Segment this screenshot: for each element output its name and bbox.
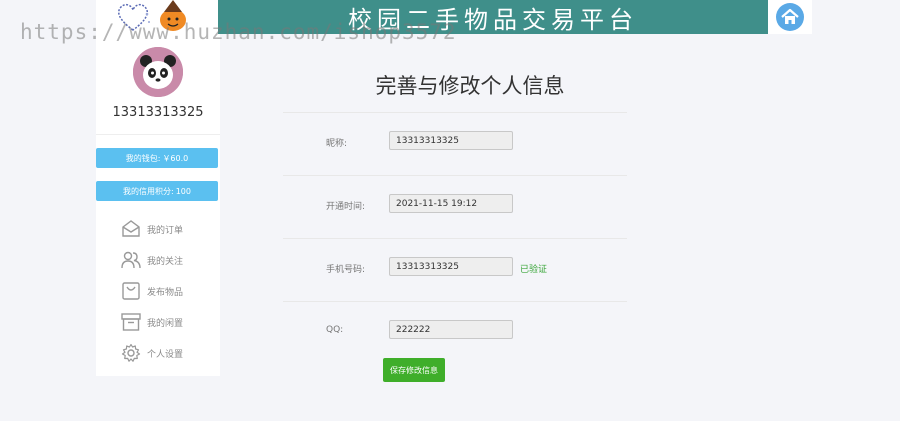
archive-box-icon bbox=[121, 313, 141, 331]
phone-verified-status: 已验证 bbox=[520, 265, 548, 275]
divider bbox=[283, 301, 627, 302]
username: 13313313325 bbox=[112, 105, 204, 120]
avatar[interactable] bbox=[133, 47, 183, 97]
divider bbox=[283, 112, 627, 113]
site-title: 校园二手物品交易平台 bbox=[348, 5, 638, 34]
home-button[interactable] bbox=[768, 0, 812, 34]
sidebar-item-publish[interactable]: 发布物品 bbox=[121, 280, 183, 302]
wallet-value: ￥60.0 bbox=[162, 153, 189, 163]
credit-label: 我的信用积分: bbox=[123, 186, 174, 196]
site-title-banner: 校园二手物品交易平台 bbox=[218, 0, 768, 34]
sidebar-item-orders[interactable]: 我的订单 bbox=[121, 218, 183, 240]
envelope-icon bbox=[122, 220, 140, 237]
open-time-field[interactable] bbox=[389, 194, 513, 213]
credit-value: 100 bbox=[175, 186, 191, 196]
sidebar-item-idle[interactable]: 我的闲置 bbox=[121, 311, 183, 333]
sidebar-item-follows[interactable]: 我的关注 bbox=[121, 249, 183, 271]
wallet-label: 我的钱包: bbox=[125, 153, 161, 163]
sidebar-item-label: 我的关注 bbox=[147, 256, 184, 267]
qq-label: QQ: bbox=[326, 325, 344, 335]
divider bbox=[283, 175, 627, 176]
open-time-label: 开通时间: bbox=[326, 202, 366, 212]
wallet-badge[interactable]: 我的钱包: ￥60.0 bbox=[96, 148, 218, 168]
nickname-field[interactable] bbox=[389, 131, 513, 150]
sidebar-divider bbox=[96, 134, 220, 135]
save-button[interactable]: 保存修改信息 bbox=[383, 358, 445, 382]
phone-label: 手机号码: bbox=[326, 265, 366, 275]
sidebar-item-label: 发布物品 bbox=[147, 287, 184, 298]
bag-icon bbox=[122, 282, 140, 300]
heart-logo-icon bbox=[118, 3, 150, 31]
nickname-label: 昵称: bbox=[326, 139, 348, 149]
gear-icon bbox=[121, 343, 141, 362]
phone-field[interactable] bbox=[389, 257, 513, 276]
sidebar-item-label: 我的闲置 bbox=[147, 318, 184, 329]
pumpkin-logo-icon bbox=[160, 0, 186, 31]
sidebar-item-label: 个人设置 bbox=[147, 349, 184, 360]
credit-badge[interactable]: 我的信用积分: 100 bbox=[96, 181, 218, 201]
sidebar: 13313313325 我的钱包: ￥60.0 我的信用积分: 100 我的订单… bbox=[96, 34, 220, 376]
sidebar-item-settings[interactable]: 个人设置 bbox=[121, 342, 183, 364]
panda-avatar-icon bbox=[133, 47, 183, 97]
page-title: 完善与修改个人信息 bbox=[375, 74, 565, 98]
divider bbox=[283, 238, 627, 239]
sidebar-item-label: 我的订单 bbox=[147, 225, 184, 236]
users-icon bbox=[121, 251, 141, 269]
home-icon bbox=[776, 3, 804, 31]
qq-field[interactable] bbox=[389, 320, 513, 339]
